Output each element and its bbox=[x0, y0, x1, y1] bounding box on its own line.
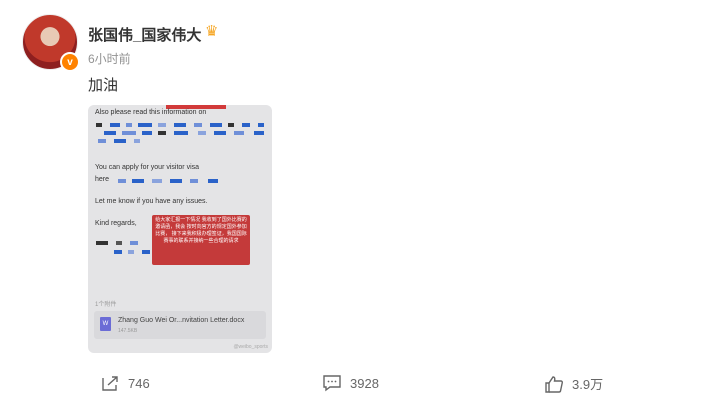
image-watermark: @weibo_sports bbox=[233, 344, 268, 350]
blurred-link bbox=[112, 177, 232, 185]
email-line: Let me know if you have any issues. bbox=[95, 198, 208, 205]
verified-badge-icon: v bbox=[60, 52, 80, 72]
like-count: 3.9万 bbox=[572, 377, 604, 392]
email-line: You can apply for your visitor visa bbox=[95, 164, 200, 171]
crown-icon: ♛ bbox=[205, 23, 219, 40]
share-count: 746 bbox=[128, 375, 150, 391]
thumbs-up-icon bbox=[545, 375, 563, 393]
email-line: Kind regards, bbox=[95, 220, 137, 227]
attachment-card: W Zhang Guo Wei Or...nvitation Letter.do… bbox=[94, 311, 266, 339]
comment-count: 3928 bbox=[350, 375, 379, 391]
attachment-count: 1个附件 bbox=[95, 302, 117, 308]
post-time[interactable]: 6小时前 bbox=[88, 50, 131, 67]
email-line: Also please read this information on bbox=[95, 109, 207, 116]
comment-button[interactable]: 3928 bbox=[322, 374, 379, 392]
blurred-text bbox=[94, 121, 266, 147]
word-doc-icon: W bbox=[100, 317, 111, 331]
username[interactable]: 张国伟_国家伟大 bbox=[88, 24, 201, 45]
post-image[interactable]: Also please read this information on You… bbox=[88, 105, 272, 353]
attachment-size: 147.5KB bbox=[118, 328, 138, 334]
annotation-overlay: 给大家汇报一下情况 我收到了国外比赛的邀请函，我会 按时向官方的规定国外参加比赛… bbox=[152, 215, 250, 265]
blurred-signature bbox=[94, 239, 154, 257]
share-icon bbox=[102, 376, 118, 391]
comment-icon bbox=[323, 375, 341, 392]
attachment-name: Zhang Guo Wei Or...nvitation Letter.docx bbox=[118, 317, 245, 324]
share-button[interactable]: 746 bbox=[100, 374, 150, 392]
like-button[interactable]: 3.9万 bbox=[544, 374, 603, 393]
email-line: here bbox=[95, 176, 110, 183]
post-text: 加油 bbox=[88, 77, 119, 94]
